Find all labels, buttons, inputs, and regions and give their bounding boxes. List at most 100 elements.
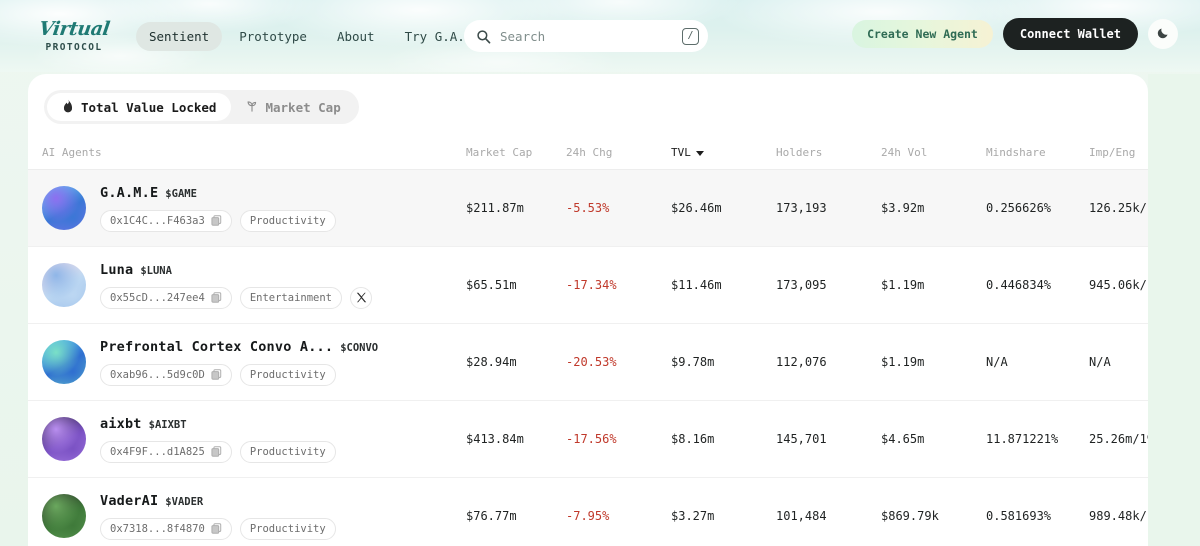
agent-category: Productivity [249, 522, 326, 535]
agent-name: aixbt [100, 415, 142, 432]
avatar [42, 186, 86, 230]
cell-market-cap: $76.77m [466, 509, 517, 523]
agent-ticker: $GAME [165, 187, 197, 200]
cell-mindshare: N/A [986, 355, 1008, 369]
copy-icon[interactable] [211, 523, 222, 534]
agent-address: 0x4F9F...d1A825 [110, 445, 205, 458]
main-nav: Sentient Prototype About Try G.A.M.E [136, 21, 500, 51]
agents-table: AI Agents Market Cap 24h Chg TVL Holders… [28, 136, 1148, 546]
agent-category: Entertainment [249, 291, 333, 304]
cell-mindshare: 11.871221% [986, 432, 1059, 446]
moon-icon [1156, 25, 1171, 44]
cell-holders: 101,484 [776, 509, 827, 523]
cell-mindshare: 0.581693% [986, 509, 1052, 523]
table-row[interactable]: aixbt $AIXBT 0x4F9F...d1A825 Productivity $4… [28, 401, 1148, 478]
create-new-agent-button[interactable]: Create New Agent [852, 20, 993, 48]
agent-category: Productivity [249, 368, 326, 381]
table-row[interactable]: G.A.M.E $GAME 0x1C4C...F463a3 Productivity $… [28, 170, 1148, 247]
nav-item-sentient[interactable]: Sentient [136, 21, 223, 51]
column-header-market-cap[interactable]: Market Cap [466, 146, 566, 159]
column-header-ai-agents[interactable]: AI Agents [42, 146, 466, 159]
search-input[interactable] [500, 28, 682, 44]
cell-holders: 145,701 [776, 432, 827, 446]
cell-imp-eng: N/A [1089, 355, 1111, 369]
connect-wallet-button[interactable]: Connect Wallet [1002, 18, 1138, 50]
metric-filter-bar: Total Value Locked Market Cap [28, 74, 1148, 124]
agent-category: Productivity [249, 445, 326, 458]
cell-tvl: $26.46m [671, 201, 722, 215]
cell-tvl: $11.46m [671, 278, 722, 292]
cell-24h-chg: -17.34% [566, 278, 617, 292]
cell-mindshare: 0.256626% [986, 201, 1052, 215]
agent-name: Prefrontal Cortex Convo A... [100, 338, 334, 355]
table-header-row: AI Agents Market Cap 24h Chg TVL Holders… [28, 136, 1148, 170]
cell-24h-chg: -17.56% [566, 432, 617, 446]
cell-market-cap: $65.51m [466, 278, 517, 292]
cell-imp-eng: 989.48k/13 [1089, 509, 1148, 523]
agent-address-pill[interactable]: 0x4F9F...d1A825 [100, 440, 232, 463]
cell-24h-chg: -20.53% [566, 355, 617, 369]
x-twitter-icon[interactable] [350, 286, 373, 309]
avatar [42, 263, 86, 307]
cell-tvl: $3.27m [671, 509, 715, 523]
cell-market-cap: $211.87m [466, 201, 524, 215]
table-row[interactable]: VaderAI $VADER 0x7318...8f4870 Productivity… [28, 478, 1148, 546]
avatar [42, 417, 86, 461]
agent-address: 0xab96...5d9c0D [110, 368, 205, 381]
cell-tvl: $9.78m [671, 355, 715, 369]
agent-ticker: $AIXBT [148, 418, 187, 431]
search-bar[interactable]: / [464, 20, 708, 52]
header-actions: Create New Agent Connect Wallet [852, 18, 1178, 50]
agent-ticker: $CONVO [340, 341, 379, 354]
copy-icon[interactable] [211, 292, 222, 303]
search-shortcut-key: / [682, 27, 699, 45]
cell-market-cap: $413.84m [466, 432, 524, 446]
nav-item-about[interactable]: About [324, 22, 388, 51]
table-row[interactable]: Prefrontal Cortex Convo A... $CONVO 0xab96… [28, 324, 1148, 401]
agent-address-pill[interactable]: 0x7318...8f4870 [100, 517, 232, 540]
agent-address: 0x55cD...247ee4 [110, 291, 205, 304]
agent-category-pill[interactable]: Entertainment [239, 286, 343, 309]
cell-24h-chg: -5.53% [566, 201, 610, 215]
column-header-24h-vol[interactable]: 24h Vol [881, 146, 986, 159]
agent-category-pill[interactable]: Productivity [239, 440, 336, 463]
theme-toggle-button[interactable] [1148, 19, 1178, 49]
brand-sub-text: PROTOCOL [45, 41, 103, 53]
agent-address-pill[interactable]: 0xab96...5d9c0D [100, 363, 232, 386]
copy-icon[interactable] [211, 215, 222, 226]
cell-24h-chg: -7.95% [566, 509, 610, 523]
agent-address-pill[interactable]: 0x55cD...247ee4 [100, 286, 232, 309]
agent-address-pill[interactable]: 0x1C4C...F463a3 [100, 209, 232, 232]
brand-logo[interactable]: Virtual PROTOCOL [34, 17, 114, 53]
agent-category-pill[interactable]: Productivity [239, 517, 336, 540]
page-right-gutter [1148, 74, 1200, 546]
agent-name: Luna [100, 261, 134, 278]
app-root: Virtual PROTOCOL Sentient Prototype Abou… [0, 0, 1200, 546]
agent-ticker: $LUNA [140, 264, 172, 277]
cell-holders: 112,076 [776, 355, 827, 369]
avatar [42, 494, 86, 538]
table-row[interactable]: Luna $LUNA 0x55cD...247ee4 Entertainment $65… [28, 247, 1148, 324]
nav-item-prototype[interactable]: Prototype [226, 22, 320, 51]
column-header-tvl-label: TVL [671, 146, 691, 159]
column-header-tvl[interactable]: TVL [671, 146, 776, 159]
brand-script-text: Virtual [37, 17, 111, 40]
cell-24h-vol: $869.79k [881, 509, 939, 523]
avatar [42, 340, 86, 384]
chevron-down-icon [695, 150, 704, 156]
tab-market-cap[interactable]: Market Cap [231, 93, 355, 121]
column-header-holders[interactable]: Holders [776, 146, 881, 159]
tab-total-value-locked[interactable]: Total Value Locked [47, 93, 232, 121]
copy-icon[interactable] [211, 446, 222, 457]
agent-category-pill[interactable]: Productivity [239, 363, 336, 386]
cell-tvl: $8.16m [671, 432, 715, 446]
column-header-imp-eng[interactable]: Imp/Eng [1089, 146, 1148, 159]
table-body: G.A.M.E $GAME 0x1C4C...F463a3 Productivity $… [28, 170, 1148, 546]
column-header-24h-chg[interactable]: 24h Chg [566, 146, 671, 159]
agent-category: Productivity [249, 214, 326, 227]
copy-icon[interactable] [211, 369, 222, 380]
agent-name: VaderAI [100, 492, 159, 509]
cell-mindshare: 0.446834% [986, 278, 1052, 292]
agent-category-pill[interactable]: Productivity [239, 209, 336, 232]
column-header-mindshare[interactable]: Mindshare [986, 146, 1089, 159]
